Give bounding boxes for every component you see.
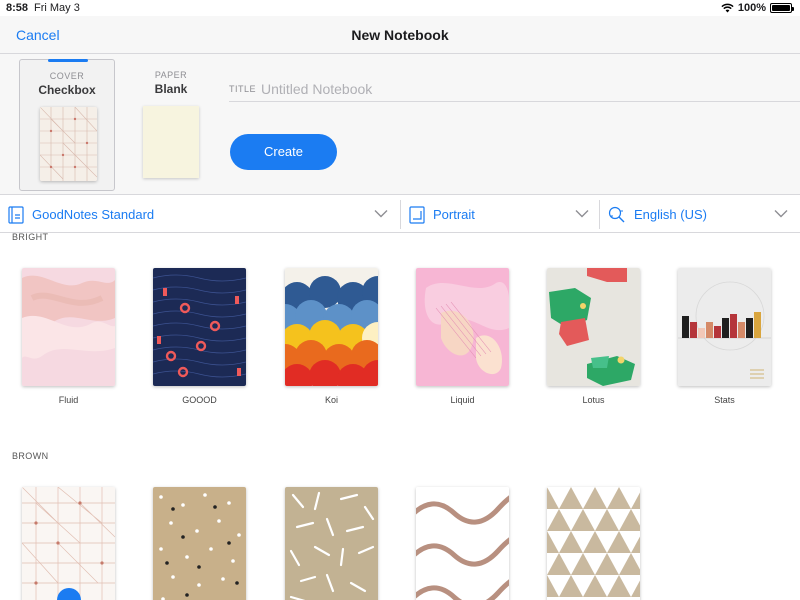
battery-percent: 100%	[737, 2, 766, 14]
paper-thumbnail	[143, 106, 199, 178]
status-time: 8:58	[6, 2, 29, 14]
filter-divider	[400, 200, 401, 229]
cover-lotus[interactable]	[547, 268, 640, 386]
cover-thumbnail	[40, 107, 97, 181]
cover-liquid[interactable]	[416, 268, 509, 386]
status-bar: 8:58 Fri May 3 100%	[0, 0, 800, 16]
cover-value: Checkbox	[38, 83, 96, 97]
filter-bar: GoodNotes Standard Portrait English (US)	[0, 196, 800, 233]
cover-brown-triangles[interactable]	[547, 487, 640, 600]
status-date: Fri May 3	[34, 2, 80, 14]
page-title: New Notebook	[351, 27, 449, 43]
orientation-value: Portrait	[433, 207, 475, 222]
collection-icon	[8, 205, 24, 224]
orientation-icon	[409, 205, 425, 224]
chevron-down-icon	[374, 210, 388, 218]
orientation-dropdown[interactable]: Portrait	[409, 196, 599, 233]
cover-name: Koi	[324, 395, 338, 405]
collection-value: GoodNotes Standard	[32, 207, 155, 222]
cover-fluid[interactable]	[22, 268, 115, 386]
selection-indicator	[48, 59, 88, 62]
title-row: TITLE	[229, 78, 800, 102]
cover-label: COVER	[49, 71, 85, 81]
cover-brown-dots[interactable]	[153, 487, 246, 600]
section-title-brown: BROWN	[12, 451, 49, 461]
collection-dropdown[interactable]: GoodNotes Standard	[8, 196, 400, 233]
cover-goood[interactable]	[153, 268, 246, 386]
title-label: TITLE	[229, 84, 257, 94]
language-value: English (US)	[634, 207, 707, 222]
chevron-down-icon	[575, 210, 589, 218]
create-button[interactable]: Create	[230, 134, 337, 170]
cover-brown-waves[interactable]	[416, 487, 509, 600]
section-title-bright: BRIGHT	[12, 233, 49, 242]
paper-value: Blank	[154, 82, 188, 96]
cover-gallery: BRIGHT Fluid GOOOD Koi Liquid Lotus Stat…	[0, 233, 800, 600]
notebook-settings-panel: COVER Checkbox PAPER Blank TITLE Create	[0, 54, 800, 195]
wifi-icon	[721, 3, 734, 13]
paper-label: PAPER	[154, 70, 188, 80]
filter-divider	[599, 200, 600, 229]
paper-selector[interactable]: PAPER Blank	[140, 59, 202, 191]
status-right: 100%	[721, 2, 794, 14]
cover-name: Lotus	[582, 395, 605, 405]
cover-name: GOOOD	[182, 395, 217, 405]
language-dropdown[interactable]: English (US)	[608, 196, 792, 233]
notebook-title-input[interactable]	[261, 79, 781, 99]
cover-koi[interactable]	[285, 268, 378, 386]
chevron-down-icon	[774, 210, 788, 218]
cover-brown-grid[interactable]	[22, 487, 115, 600]
cover-name: Liquid	[450, 395, 475, 405]
cover-name: Stats	[714, 395, 735, 405]
cover-name: Fluid	[58, 395, 79, 405]
cover-selector[interactable]: COVER Checkbox	[19, 59, 115, 191]
navigation-bar: Cancel New Notebook	[0, 16, 800, 54]
language-search-icon	[608, 206, 625, 222]
cover-brown-sticks[interactable]	[285, 487, 378, 600]
cover-stats[interactable]	[678, 268, 771, 386]
battery-icon	[770, 3, 794, 13]
